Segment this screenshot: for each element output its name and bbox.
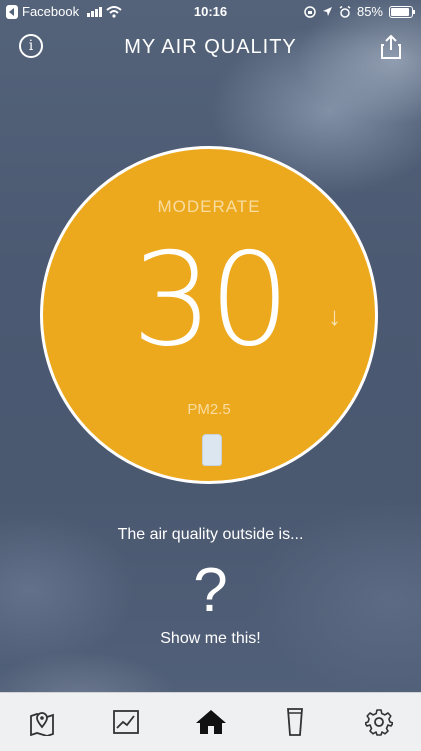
air-quality-level: MODERATE <box>157 197 261 216</box>
tab-settings[interactable] <box>337 693 421 751</box>
tab-map[interactable] <box>0 693 84 751</box>
rotation-lock-icon <box>304 5 316 18</box>
pollutant-label: PM2.5 <box>187 401 231 418</box>
tab-device[interactable] <box>253 693 337 751</box>
header: i MY AIR QUALITY <box>0 34 421 64</box>
tab-home[interactable] <box>168 693 252 751</box>
trend-down-icon: ↓ <box>328 301 341 331</box>
share-icon[interactable] <box>379 34 403 60</box>
air-quality-dial[interactable]: MODERATE 30 ↓ PM2.5 <box>40 146 378 484</box>
tab-history[interactable] <box>84 693 168 751</box>
show-me-button[interactable]: Show me this! <box>0 630 421 648</box>
purifier-device-icon <box>202 434 222 466</box>
battery-percent: 85% <box>356 4 383 19</box>
status-bar: Facebook 10:16 85% <box>0 0 421 24</box>
battery-icon <box>389 5 415 18</box>
chart-icon <box>113 710 140 734</box>
page-title: MY AIR QUALITY <box>124 36 297 58</box>
air-quality-value: 30 <box>131 226 291 375</box>
location-icon <box>322 7 332 16</box>
tab-bar <box>0 692 421 751</box>
unknown-outside-icon[interactable]: ? <box>0 558 421 624</box>
home-icon <box>195 710 226 734</box>
alarm-icon <box>339 5 351 18</box>
outside-air-text: The air quality outside is... <box>117 526 304 543</box>
gear-icon <box>364 709 393 736</box>
map-icon <box>30 712 54 736</box>
device-icon <box>286 708 303 736</box>
